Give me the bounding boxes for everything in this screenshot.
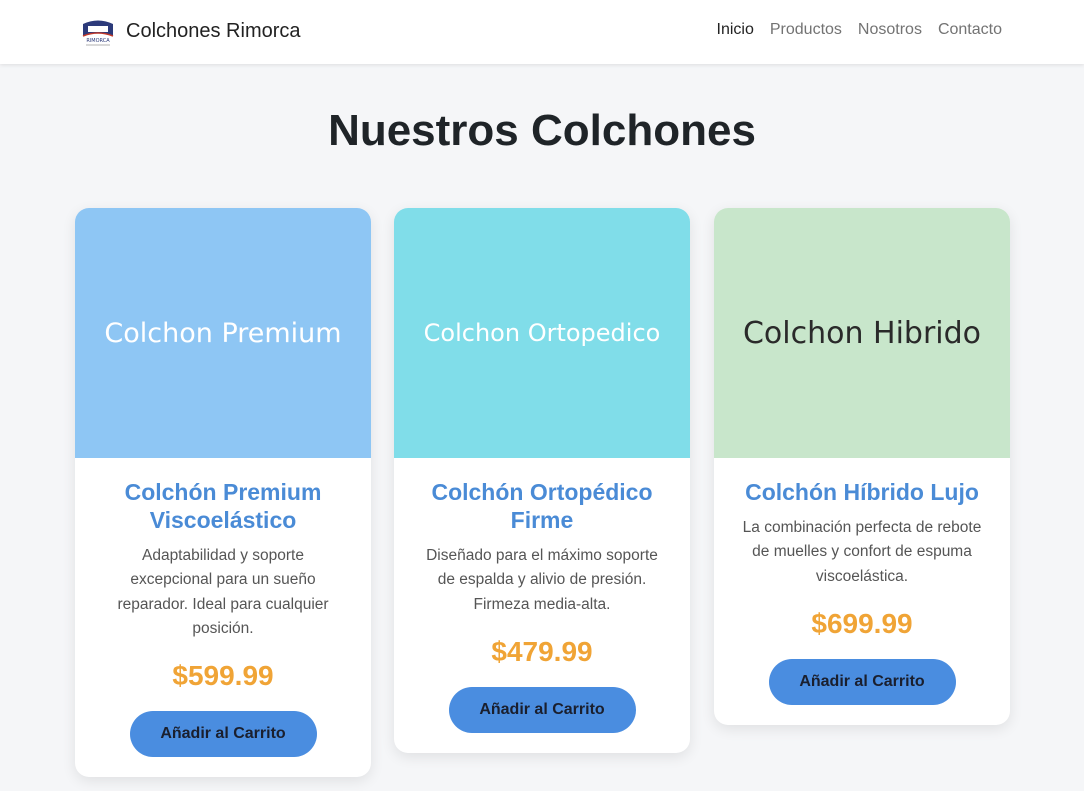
product-card-body: Colchón Premium Viscoelástico Adaptabili… [75, 458, 371, 777]
product-price: $699.99 [811, 607, 913, 639]
product-image-hibrido: Colchon Hibrido [714, 208, 1010, 458]
product-price: $479.99 [491, 635, 593, 667]
product-description: Adaptabilidad y soporte excepcional para… [117, 547, 329, 637]
svg-text:RIMORCA: RIMORCA [86, 38, 110, 44]
brand-name: Colchones Rimorca [126, 19, 301, 42]
product-description: La combinación perfecta de rebote de mue… [742, 519, 982, 585]
nav-link-nosotros[interactable]: Nosotros [858, 20, 922, 40]
product-image-premium: Colchon Premium [75, 208, 371, 458]
product-description: Diseñado para el máximo soporte de espal… [426, 547, 658, 613]
brand-link[interactable]: RIMORCA Colchones Rimorca [80, 14, 301, 48]
product-card-body: Colchón Híbrido Lujo La combinación perf… [714, 458, 1010, 725]
product-name: Colchón Híbrido Lujo [745, 479, 979, 505]
nav-link-productos[interactable]: Productos [770, 20, 842, 40]
product-card-premium: Colchon Premium Colchón Premium Viscoelá… [75, 208, 371, 778]
product-card-hibrido: Colchon Hibrido Colchón Híbrido Lujo La … [714, 208, 1010, 725]
navbar: RIMORCA Colchones Rimorca Inicio Product… [0, 0, 1084, 64]
nav-links: Inicio Productos Nosotros Contacto [701, 20, 1002, 40]
product-image-ortopedico: Colchon Ortopedico [394, 208, 690, 458]
product-card-body: Colchón Ortopédico Firme Diseñado para e… [394, 458, 690, 753]
add-to-cart-button[interactable]: Añadir al Carrito [768, 658, 956, 705]
product-name: Colchón Ortopédico Firme [431, 479, 653, 533]
add-to-cart-button[interactable]: Añadir al Carrito [448, 686, 636, 733]
product-image-label: Colchon Hibrido [742, 315, 982, 351]
page-title: Nuestros Colchones [328, 106, 756, 155]
product-image-label: Colchon Premium [104, 317, 342, 349]
logo-icon: RIMORCA [80, 14, 116, 48]
nav-link-inicio[interactable]: Inicio [717, 20, 754, 40]
add-to-cart-button[interactable]: Añadir al Carrito [129, 711, 317, 758]
product-name: Colchón Premium Viscoelástico [124, 479, 322, 533]
product-image-label: Colchon Ortopedico [423, 319, 661, 347]
product-price: $599.99 [172, 660, 274, 692]
product-card-ortopedico: Colchon Ortopedico Colchón Ortopédico Fi… [394, 208, 690, 753]
nav-link-contacto[interactable]: Contacto [938, 20, 1002, 40]
